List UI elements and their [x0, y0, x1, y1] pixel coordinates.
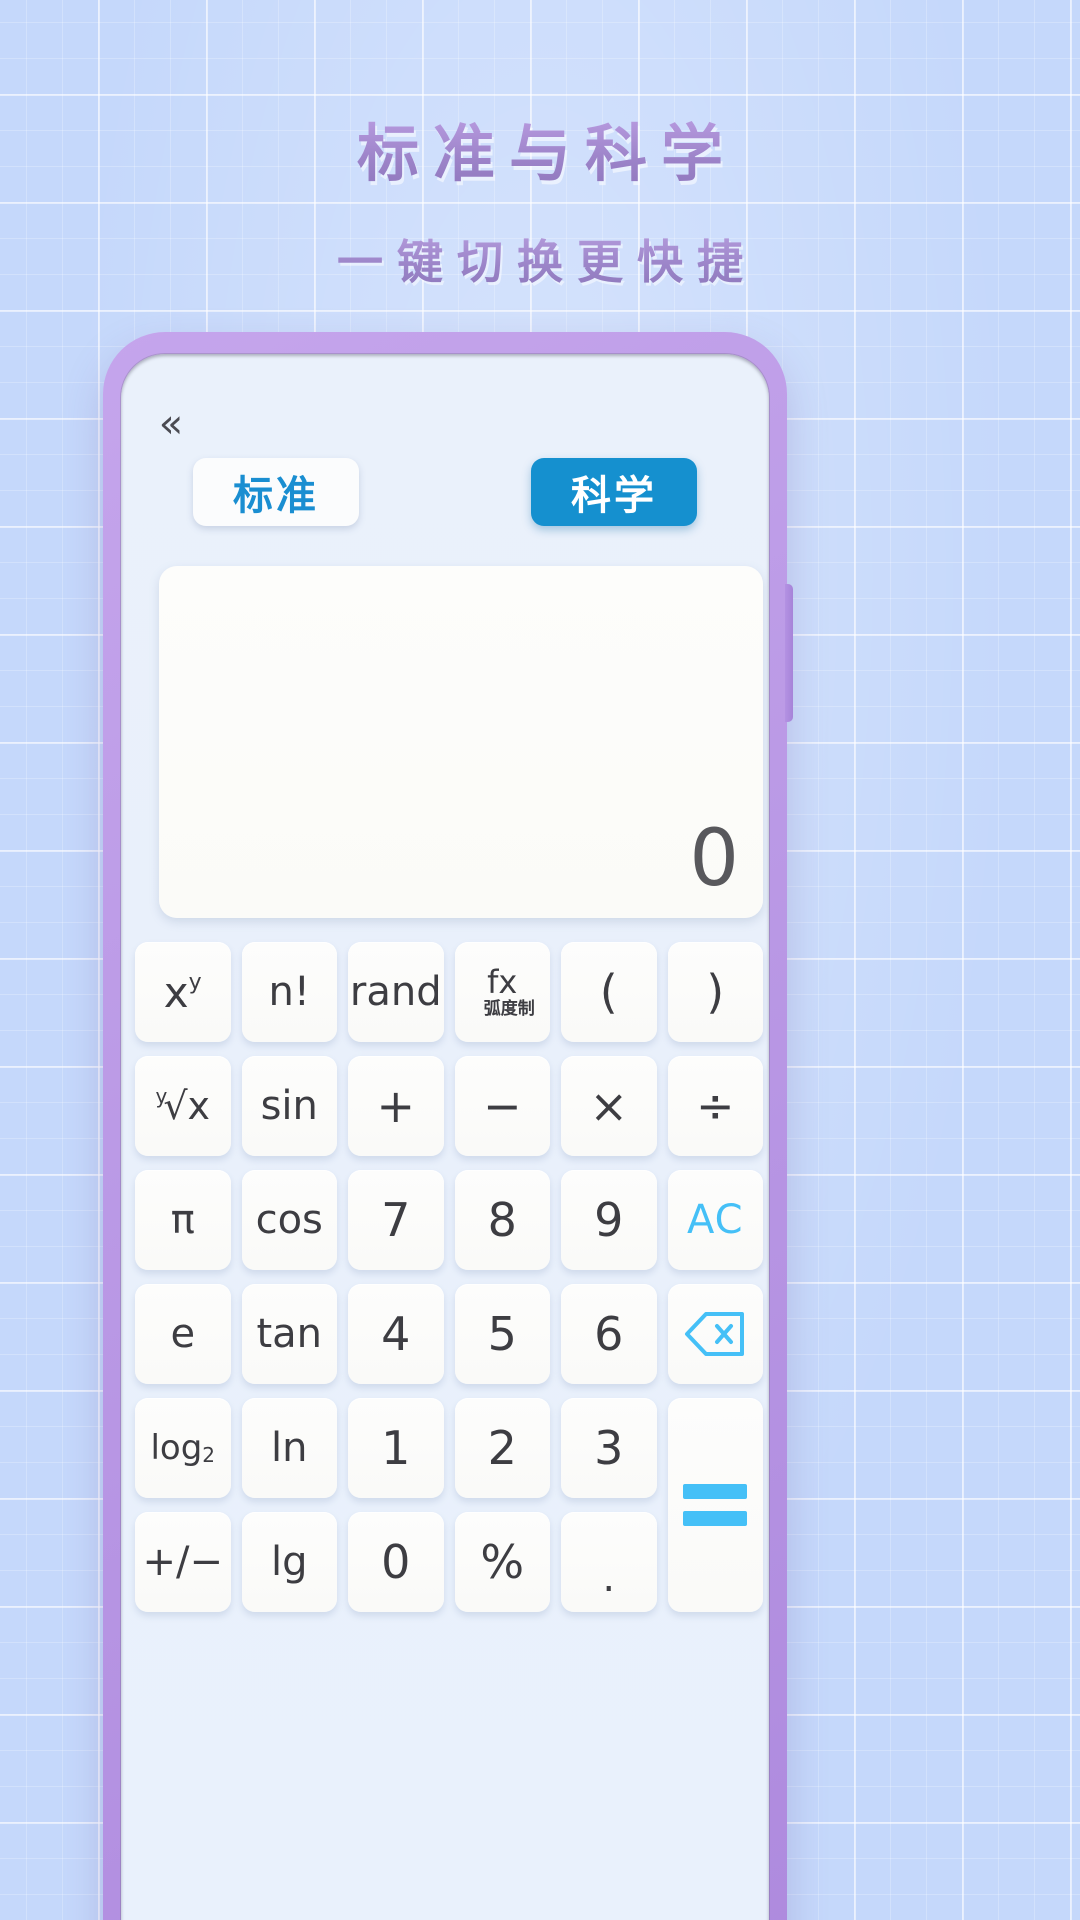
key-label: ×	[589, 1079, 629, 1133]
promo-page: 标准与科学 一键切换更快捷 « 标准 科学 0 x y n! rand fx 弧度制 () y…	[0, 0, 1080, 1920]
key-1[interactable]: 1	[348, 1398, 444, 1498]
key-sin[interactable]: sin	[241, 1056, 337, 1156]
calculator-display[interactable]: 0	[159, 566, 763, 918]
key-divide[interactable]: ÷	[667, 1056, 763, 1156]
key-label: cos	[255, 1197, 323, 1243]
key-multiply[interactable]: ×	[561, 1056, 657, 1156]
promo-subhead: 一键切换更快捷	[0, 226, 1080, 292]
key-backspace[interactable]	[667, 1284, 763, 1384]
key-label: +/−	[142, 1539, 223, 1585]
phone-mockup: « 标准 科学 0 x y n! rand fx 弧度制 () y √x sin + − × ÷ π cos 7…	[103, 332, 793, 1920]
promo-headline: 标准与科学	[0, 118, 1080, 191]
key-label: (	[599, 965, 618, 1019]
key-label: 8	[487, 1193, 517, 1247]
key-paren-open[interactable]: (	[561, 942, 657, 1042]
phone-screen: « 标准 科学 0 x y n! rand fx 弧度制 () y √x sin + − × ÷ π cos 7…	[121, 354, 769, 1920]
key-tan[interactable]: tan	[241, 1284, 337, 1384]
key-2[interactable]: 2	[454, 1398, 550, 1498]
key-euler-e[interactable]: e	[135, 1284, 231, 1384]
key-9[interactable]: 9	[561, 1170, 657, 1270]
tab-scientific[interactable]: 科学	[531, 458, 697, 526]
key-add[interactable]: +	[348, 1056, 444, 1156]
promo-headline-block: 标准与科学	[0, 118, 1080, 191]
tab-standard[interactable]: 标准	[193, 458, 359, 526]
key-label: 4	[381, 1307, 411, 1361]
key-all-clear[interactable]: AC	[667, 1170, 763, 1270]
promo-subhead-block: 一键切换更快捷	[0, 226, 1080, 292]
key-label: xy	[163, 967, 202, 1017]
key-6[interactable]: 6	[561, 1284, 657, 1384]
key-ln[interactable]: ln	[241, 1398, 337, 1498]
key-sign-toggle[interactable]: +/−	[135, 1512, 231, 1612]
key-8[interactable]: 8	[454, 1170, 550, 1270]
key-lg[interactable]: lg	[241, 1512, 337, 1612]
key-label: tan	[256, 1311, 323, 1357]
phone-side-button[interactable]	[785, 584, 793, 722]
key-subtract[interactable]: −	[454, 1056, 550, 1156]
key-random[interactable]: rand	[348, 942, 444, 1042]
key-log-base-2[interactable]: log 2	[135, 1398, 231, 1498]
key-label: )	[706, 965, 725, 1019]
key-cos[interactable]: cos	[241, 1170, 337, 1270]
key-label: 5	[487, 1307, 517, 1361]
key-label: rand	[349, 969, 442, 1015]
key-label: 7	[381, 1193, 411, 1247]
key-label: %	[480, 1535, 525, 1589]
key-label: y √x	[155, 1084, 211, 1128]
fx-main-label: fx	[487, 963, 518, 1001]
key-nth-root[interactable]: y √x	[135, 1056, 231, 1156]
key-label: 9	[594, 1193, 624, 1247]
key-label: +	[376, 1079, 416, 1133]
key-label: n!	[268, 969, 310, 1015]
key-label: e	[170, 1311, 196, 1357]
backspace-icon	[685, 1312, 745, 1356]
display-value: 0	[689, 814, 739, 904]
key-label: ÷	[695, 1079, 735, 1133]
equals-icon	[683, 1484, 748, 1526]
key-0[interactable]: 0	[348, 1512, 444, 1612]
key-label: AC	[686, 1197, 744, 1243]
key-power[interactable]: xy	[135, 942, 231, 1042]
key-label: .	[602, 1555, 616, 1601]
key-4[interactable]: 4	[348, 1284, 444, 1384]
key-label: 3	[594, 1421, 624, 1475]
key-label: −	[482, 1079, 522, 1133]
key-fx-angle-mode[interactable]: fx 弧度制	[454, 942, 550, 1042]
key-label: 6	[594, 1307, 624, 1361]
key-3[interactable]: 3	[561, 1398, 657, 1498]
key-5[interactable]: 5	[454, 1284, 550, 1384]
key-label: 0	[381, 1535, 411, 1589]
key-pi[interactable]: π	[135, 1170, 231, 1270]
key-label: fx 弧度制	[470, 966, 535, 1018]
key-label: lg	[270, 1539, 308, 1585]
key-paren-close[interactable]: )	[667, 942, 763, 1042]
calculator-keypad: x y n! rand fx 弧度制 () y √x sin + − × ÷ π cos 7 8 9 AC e tan 4 5…	[131, 942, 767, 1612]
key-percent[interactable]: %	[454, 1512, 550, 1612]
key-decimal-point[interactable]: .	[561, 1512, 657, 1612]
mode-tab-bar: 标准 科学	[121, 458, 769, 526]
key-equals[interactable]	[667, 1398, 763, 1612]
fx-angle-mode-label: 弧度制	[483, 999, 535, 1019]
key-factorial[interactable]: n!	[241, 942, 337, 1042]
key-label: 2	[487, 1421, 517, 1475]
key-label: log 2	[150, 1428, 216, 1468]
key-label: π	[170, 1197, 195, 1243]
key-label: 1	[381, 1421, 411, 1475]
key-label: ln	[271, 1425, 308, 1471]
back-button[interactable]: «	[143, 396, 199, 452]
key-7[interactable]: 7	[348, 1170, 444, 1270]
key-label: sin	[260, 1083, 318, 1129]
